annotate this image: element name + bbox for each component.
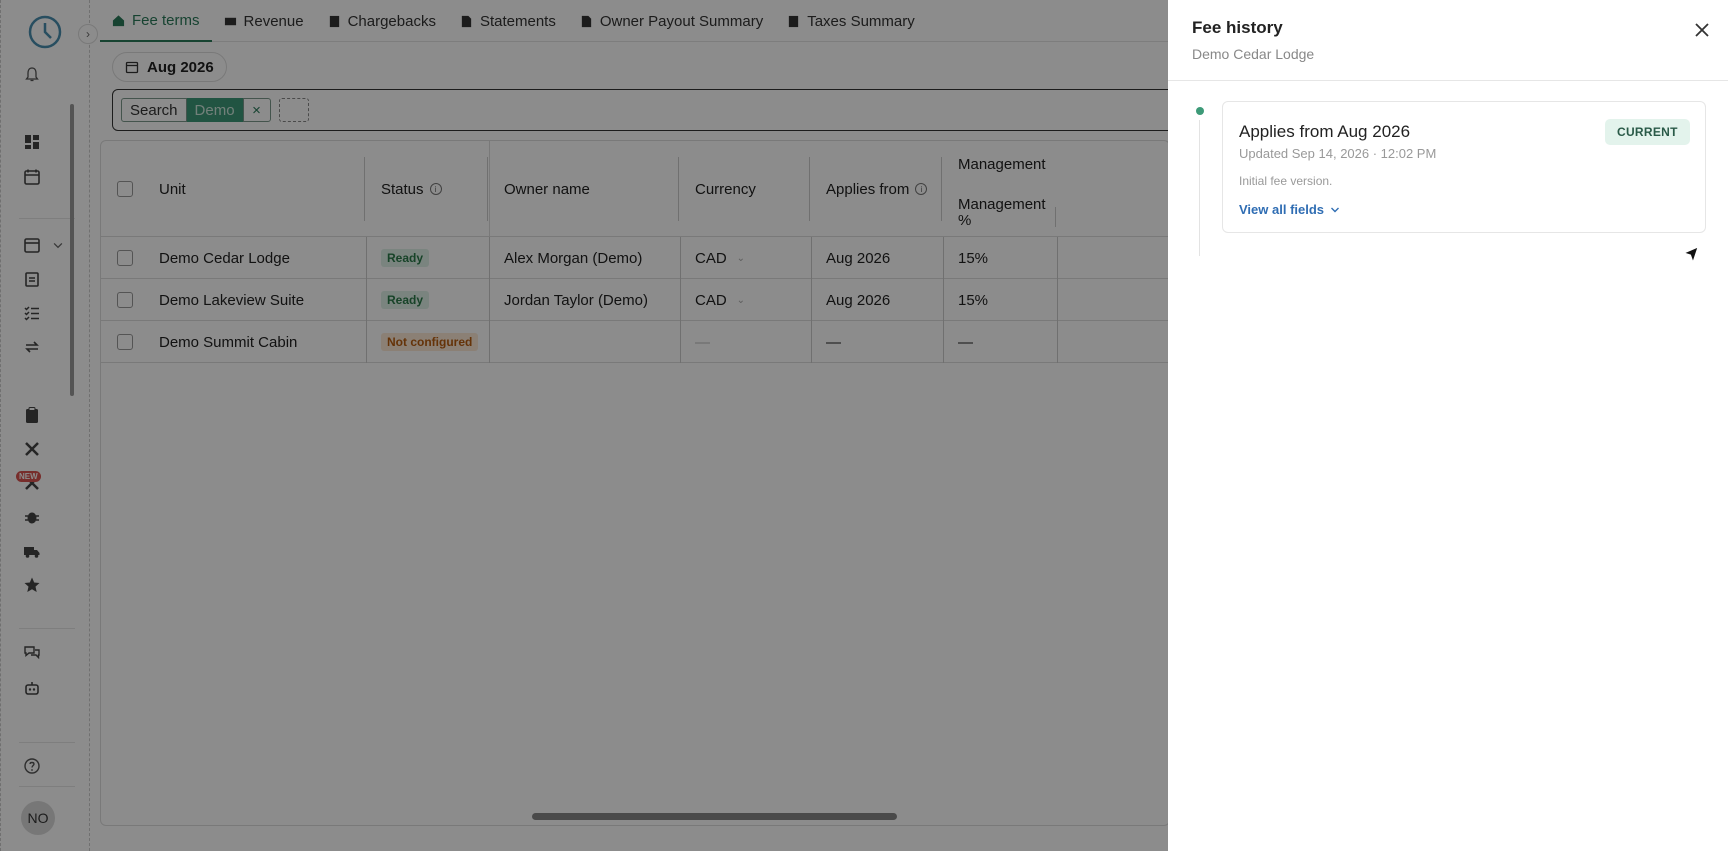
mouse-cursor-icon: [1682, 246, 1699, 264]
drawer-title: Fee history: [1192, 18, 1283, 37]
timeline-dot: [1196, 107, 1204, 115]
timeline-line: [1199, 120, 1200, 256]
drawer-subtitle: Demo Cedar Lodge: [1192, 46, 1315, 62]
version-note: Initial fee version.: [1239, 174, 1333, 188]
version-updated: Updated Sep 14, 2026 · 12:02 PM: [1239, 146, 1437, 161]
version-title: Applies from Aug 2026: [1239, 122, 1411, 141]
current-badge: CURRENT: [1605, 119, 1690, 145]
fee-history-drawer: Fee history Demo Cedar Lodge Applies fro…: [1168, 0, 1728, 851]
close-button[interactable]: [1690, 18, 1714, 42]
fee-version-card: Applies from Aug 2026 CURRENT Updated Se…: [1222, 101, 1706, 233]
view-all-fields-link[interactable]: View all fields: [1239, 202, 1340, 217]
modal-backdrop[interactable]: [0, 0, 1168, 851]
chevron-down-icon: [1331, 207, 1340, 212]
close-icon: [1695, 23, 1709, 37]
drawer-header: Fee history Demo Cedar Lodge: [1168, 0, 1728, 81]
view-all-fields-label: View all fields: [1239, 202, 1325, 217]
